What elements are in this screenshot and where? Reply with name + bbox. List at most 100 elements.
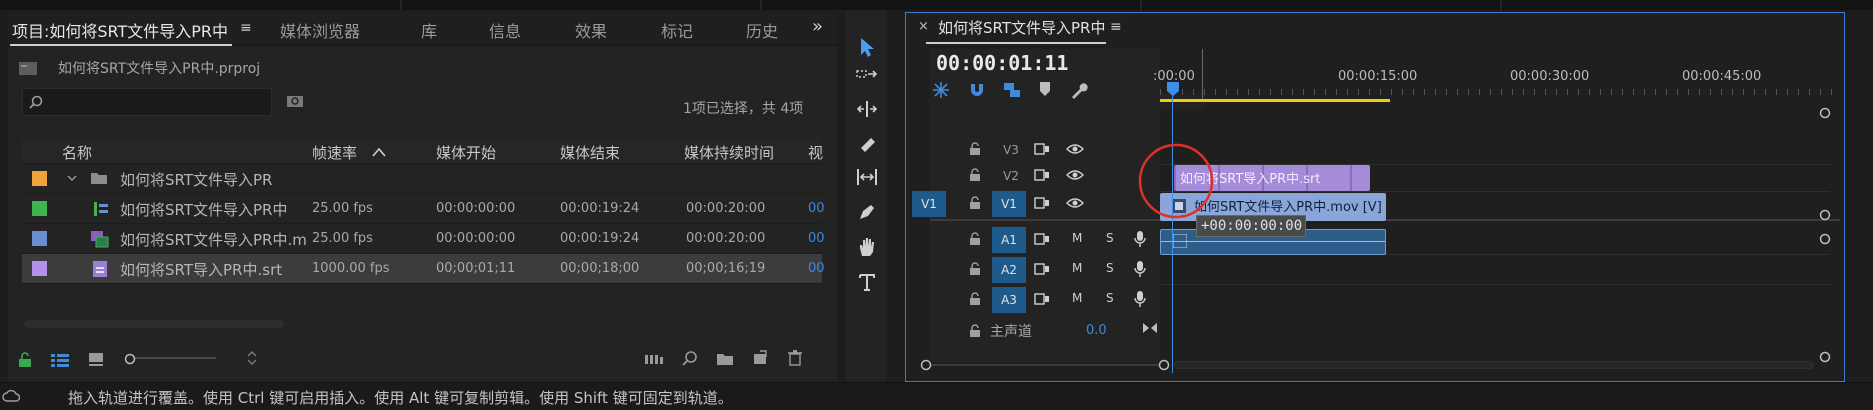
table-row[interactable]: 如何将SRT文件导入PR [22, 164, 822, 194]
source-patch-v1[interactable]: V1 [912, 191, 946, 217]
track-lock-icon[interactable] [969, 168, 981, 185]
go-to-end-icon[interactable] [1142, 321, 1158, 338]
mute-button[interactable]: M [1072, 291, 1082, 305]
add-marker-icon[interactable] [1038, 81, 1052, 100]
close-sequence-icon[interactable]: × [918, 19, 929, 34]
timeline-settings-wrench-icon[interactable] [1070, 81, 1088, 102]
video-vscroll-top-handle[interactable] [1819, 107, 1831, 123]
microphone-icon[interactable] [1134, 230, 1146, 251]
header-hscroll[interactable] [926, 364, 1162, 366]
table-row[interactable]: 如何将SRT文件导入PR中.m 25.00 fps 00:00:00:00 00… [22, 224, 825, 254]
slip-tool-icon[interactable] [855, 168, 879, 192]
column-frame-rate[interactable]: 帧速率 [312, 142, 357, 163]
scroll-handle-left[interactable] [920, 359, 932, 375]
track-lock-icon[interactable] [969, 232, 981, 249]
tab-effects[interactable]: 效果 [575, 18, 607, 42]
list-view-icon[interactable] [50, 352, 70, 371]
solo-button[interactable]: S [1106, 291, 1114, 305]
tab-project[interactable]: 项目:如何将SRT文件导入PR中 [12, 18, 228, 42]
label-color-swatch[interactable] [32, 201, 47, 216]
search-input[interactable] [22, 88, 272, 116]
label-color-swatch[interactable] [32, 261, 47, 276]
expand-chevron-icon[interactable] [66, 171, 78, 187]
playhead-handle[interactable] [1166, 81, 1180, 101]
automate-to-sequence-icon[interactable] [644, 352, 664, 369]
column-name[interactable]: 名称 [62, 142, 92, 163]
sync-lock-icon[interactable] [1034, 232, 1050, 249]
icon-view-icon[interactable] [88, 352, 104, 369]
ripple-edit-tool-icon[interactable] [855, 100, 879, 124]
tab-media-browser[interactable]: 媒体浏览器 [280, 18, 360, 42]
microphone-icon[interactable] [1134, 260, 1146, 281]
sync-lock-icon[interactable] [1034, 262, 1050, 279]
column-media-end[interactable]: 媒体结束 [560, 142, 620, 163]
audio-vscroll-top-handle[interactable] [1819, 233, 1831, 249]
lock-icon[interactable] [18, 352, 32, 371]
timeline-hscroll[interactable] [1174, 361, 1814, 369]
track-select-tool-icon[interactable] [855, 68, 879, 92]
linked-selection-icon[interactable] [1002, 81, 1022, 102]
razor-tool-icon[interactable] [855, 134, 879, 158]
zoom-slider-handle[interactable] [124, 352, 136, 368]
track-label-v2[interactable]: V2 [994, 163, 1028, 189]
selection-tool-icon[interactable] [855, 36, 879, 60]
tab-libraries[interactable]: 库 [421, 18, 437, 42]
table-row[interactable]: 如何将SRT文件导入PR中 25.00 fps 00:00:00:00 00:0… [22, 194, 825, 224]
track-label-v3[interactable]: V3 [994, 137, 1028, 163]
solo-button[interactable]: S [1106, 231, 1114, 245]
label-color-swatch[interactable] [32, 231, 47, 246]
scroll-handle-right[interactable] [1158, 359, 1170, 375]
trash-icon[interactable] [788, 350, 802, 369]
sync-lock-icon[interactable] [1034, 292, 1050, 309]
work-area-bar[interactable] [1160, 99, 1390, 102]
type-tool-icon[interactable] [855, 272, 879, 296]
playhead-timecode[interactable]: 00:00:01:11 [936, 51, 1068, 75]
mute-button[interactable]: M [1072, 231, 1082, 245]
track-label-v1[interactable]: V1 [992, 191, 1026, 217]
master-volume-value[interactable]: 0.0 [1086, 323, 1107, 338]
video-vscroll-bottom-handle[interactable] [1819, 209, 1831, 225]
zoom-slider-track[interactable] [126, 357, 216, 359]
hand-tool-icon[interactable] [855, 236, 879, 260]
eye-icon[interactable] [1066, 196, 1084, 213]
horizontal-scrollbar[interactable] [24, 320, 284, 328]
track-lock-icon[interactable] [969, 142, 981, 159]
new-item-icon[interactable] [752, 350, 768, 369]
playhead-line[interactable] [1172, 83, 1173, 373]
sequence-tab-title[interactable]: 如何将SRT文件导入PR中 [938, 17, 1105, 38]
track-label-a2[interactable]: A2 [992, 257, 1026, 283]
sync-lock-icon[interactable] [1034, 142, 1050, 159]
sequence-menu-icon[interactable]: ≡ [1110, 19, 1122, 35]
track-label-a3[interactable]: A3 [992, 287, 1026, 313]
snap-magnet-icon[interactable] [968, 81, 986, 102]
tab-markers[interactable]: 标记 [661, 18, 693, 42]
track-label-a1[interactable]: A1 [992, 227, 1026, 253]
new-bin-icon[interactable] [716, 352, 734, 369]
label-color-swatch[interactable] [32, 171, 47, 186]
creative-cloud-icon[interactable] [2, 389, 21, 407]
tab-overflow-icon[interactable]: » [812, 16, 823, 37]
eye-icon[interactable] [1066, 142, 1084, 159]
solo-button[interactable]: S [1106, 261, 1114, 275]
column-media-duration[interactable]: 媒体持续时间 [684, 142, 774, 163]
new-search-bin-icon[interactable] [286, 94, 304, 111]
panel-menu-icon[interactable]: ≡ [240, 20, 252, 36]
track-lock-icon[interactable] [969, 196, 981, 213]
pen-tool-icon[interactable] [855, 202, 879, 226]
insert-nest-icon[interactable] [932, 81, 950, 102]
track-lock-icon[interactable] [969, 262, 981, 279]
track-lock-icon[interactable] [969, 292, 981, 309]
tab-info[interactable]: 信息 [489, 18, 521, 42]
find-icon[interactable] [682, 350, 698, 369]
tab-history[interactable]: 历史 [746, 18, 778, 42]
table-row-selected[interactable]: 如何将SRT导入PR中.srt 1000.00 fps 00;00;01;11 … [22, 254, 825, 284]
audio-vscroll-bottom-handle[interactable] [1819, 351, 1831, 367]
sync-lock-icon[interactable] [1034, 168, 1050, 185]
microphone-icon[interactable] [1134, 290, 1146, 311]
mute-button[interactable]: M [1072, 261, 1082, 275]
sync-lock-icon[interactable] [1034, 196, 1050, 213]
column-video[interactable]: 视 [808, 142, 823, 163]
track-lock-icon[interactable] [969, 324, 981, 341]
sort-icons-icon[interactable] [246, 350, 258, 369]
eye-icon[interactable] [1066, 168, 1084, 185]
